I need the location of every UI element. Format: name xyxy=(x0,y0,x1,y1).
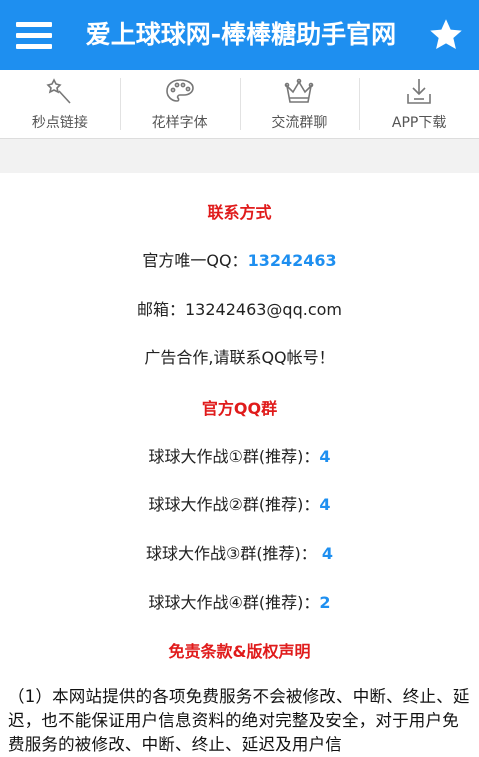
qq-group-row: 球球大作战②群(推荐)：4 xyxy=(0,491,479,515)
qq-group-label: 球球大作战③群(推荐)： xyxy=(145,544,322,563)
magic-wand-icon xyxy=(46,78,71,104)
toolbar-item-label: 秒点链接 xyxy=(31,115,88,131)
qq-group-value[interactable]: 4 xyxy=(322,544,333,563)
official-qq-label: 官方唯一QQ： xyxy=(142,251,248,270)
app-header: 爱上球球网-棒棒糖助手官网 xyxy=(0,0,479,70)
official-qq-value[interactable]: 13242463 xyxy=(248,251,337,270)
contact-heading: 联系方式 xyxy=(207,203,272,222)
toolbar-item-app-download[interactable]: APP下载 xyxy=(359,70,479,138)
qq-group-row: 球球大作战③群(推荐)： 4 xyxy=(0,540,479,564)
disclaimer-paragraph: （1）本网站提供的各项免费服务不会被修改、中断、终止、延迟，也不能保证用户信息资… xyxy=(8,687,470,754)
star-icon[interactable] xyxy=(427,17,465,53)
main-content: 联系方式 官方唯一QQ：13242463 邮箱：13242463@qq.com … xyxy=(0,173,479,755)
toolbar: 秒点链接 花样字体 交流群聊 APP下载 xyxy=(0,70,479,139)
qq-group-label: 球球大作战②群(推荐)： xyxy=(148,495,320,514)
hamburger-menu-icon[interactable] xyxy=(16,22,52,50)
toolbar-item-fancy-font[interactable]: 花样字体 xyxy=(119,70,240,138)
email-line: 邮箱：13242463@qq.com xyxy=(136,300,342,319)
disclaimer-heading: 免责条款&版权声明 xyxy=(168,642,311,661)
qq-groups-heading: 官方QQ群 xyxy=(201,399,278,418)
toolbar-item-label: 花样字体 xyxy=(151,115,208,131)
qq-group-label: 球球大作战①群(推荐)： xyxy=(148,447,320,466)
page-title: 爱上球球网-棒棒糖助手官网 xyxy=(85,20,397,49)
qq-group-row: 球球大作战①群(推荐)：4 xyxy=(0,443,479,467)
crown-icon xyxy=(285,78,314,103)
toolbar-item-quick-link[interactable]: 秒点链接 xyxy=(0,70,120,138)
qq-group-value[interactable]: 2 xyxy=(319,593,330,612)
toolbar-item-label: APP下载 xyxy=(391,115,447,131)
section-divider xyxy=(0,139,479,173)
toolbar-item-group-chat[interactable]: 交流群聊 xyxy=(239,70,360,138)
palette-icon xyxy=(165,79,194,102)
download-icon xyxy=(407,79,431,104)
qq-group-value[interactable]: 4 xyxy=(319,495,330,514)
toolbar-item-label: 交流群聊 xyxy=(271,115,328,131)
qq-group-value[interactable]: 4 xyxy=(319,447,330,466)
ad-cooperation-line: 广告合作,请联系QQ帐号！ xyxy=(144,348,335,367)
official-qq-line: 官方唯一QQ：13242463 xyxy=(0,247,479,271)
qq-group-label: 球球大作战④群(推荐)： xyxy=(148,593,320,612)
qq-group-row: 球球大作战④群(推荐)：2 xyxy=(0,589,479,613)
